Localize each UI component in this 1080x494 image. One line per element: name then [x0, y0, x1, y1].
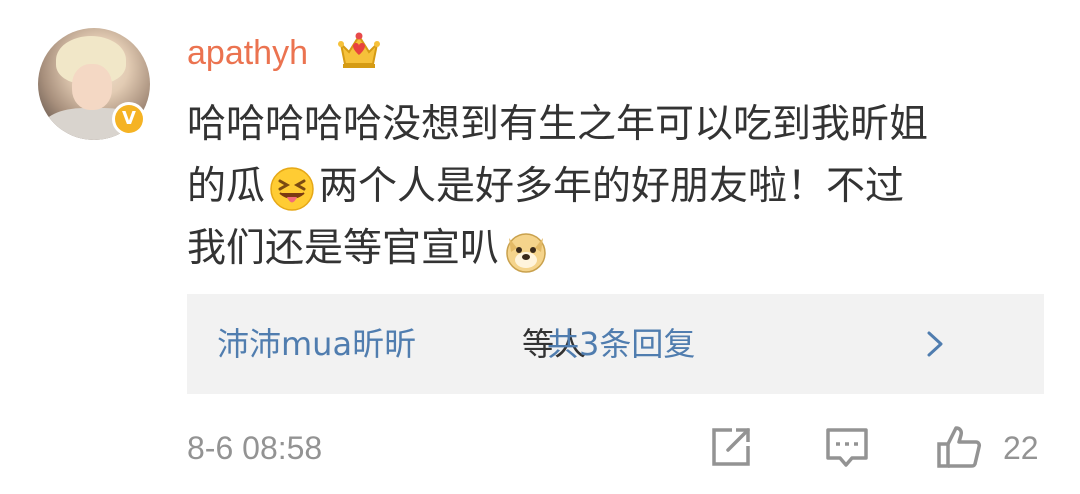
replies-panel[interactable]: 沛沛mua昕昕 等人 共3条回复 — [187, 294, 1044, 394]
chevron-right-icon[interactable] — [925, 330, 945, 358]
thumbs-up-icon[interactable] — [936, 424, 982, 470]
doge-emoji — [506, 232, 546, 273]
laughing-tongue-emoji — [270, 166, 314, 211]
comment-line-1: 哈哈哈哈哈没想到有生之年可以吃到我昕姐 — [187, 102, 929, 147]
verified-v-badge-icon: V — [112, 102, 146, 136]
view-replies-link[interactable]: 共3条回复 — [547, 320, 695, 368]
share-edit-icon[interactable] — [708, 424, 754, 470]
comment-line-2: 的瓜 两个人是好多年的好朋友啦！不过 — [187, 156, 1057, 218]
comment-timestamp: 8-6 08:58 — [187, 430, 323, 466]
comment-line-2-end: 两个人是好多年的好朋友啦！不过 — [319, 164, 905, 209]
reply-authors-link[interactable]: 沛沛mua昕昕 — [217, 320, 416, 368]
comment-line-2-start: 的瓜 — [187, 164, 266, 209]
comment-line-3: 我们还是等官宣叭 — [187, 218, 1057, 280]
comment-icon[interactable] — [824, 424, 870, 470]
like-count: 22 — [1003, 430, 1039, 466]
comment-line-3-text: 我们还是等官宣叭 — [187, 226, 500, 271]
vip-crown-icon — [338, 32, 380, 68]
comment-text: 哈哈哈哈哈没想到有生之年可以吃到我昕姐 的瓜 两个人是好多年的好朋友啦！不过 我… — [187, 94, 1057, 280]
username-link[interactable]: apathyh — [187, 28, 308, 78]
